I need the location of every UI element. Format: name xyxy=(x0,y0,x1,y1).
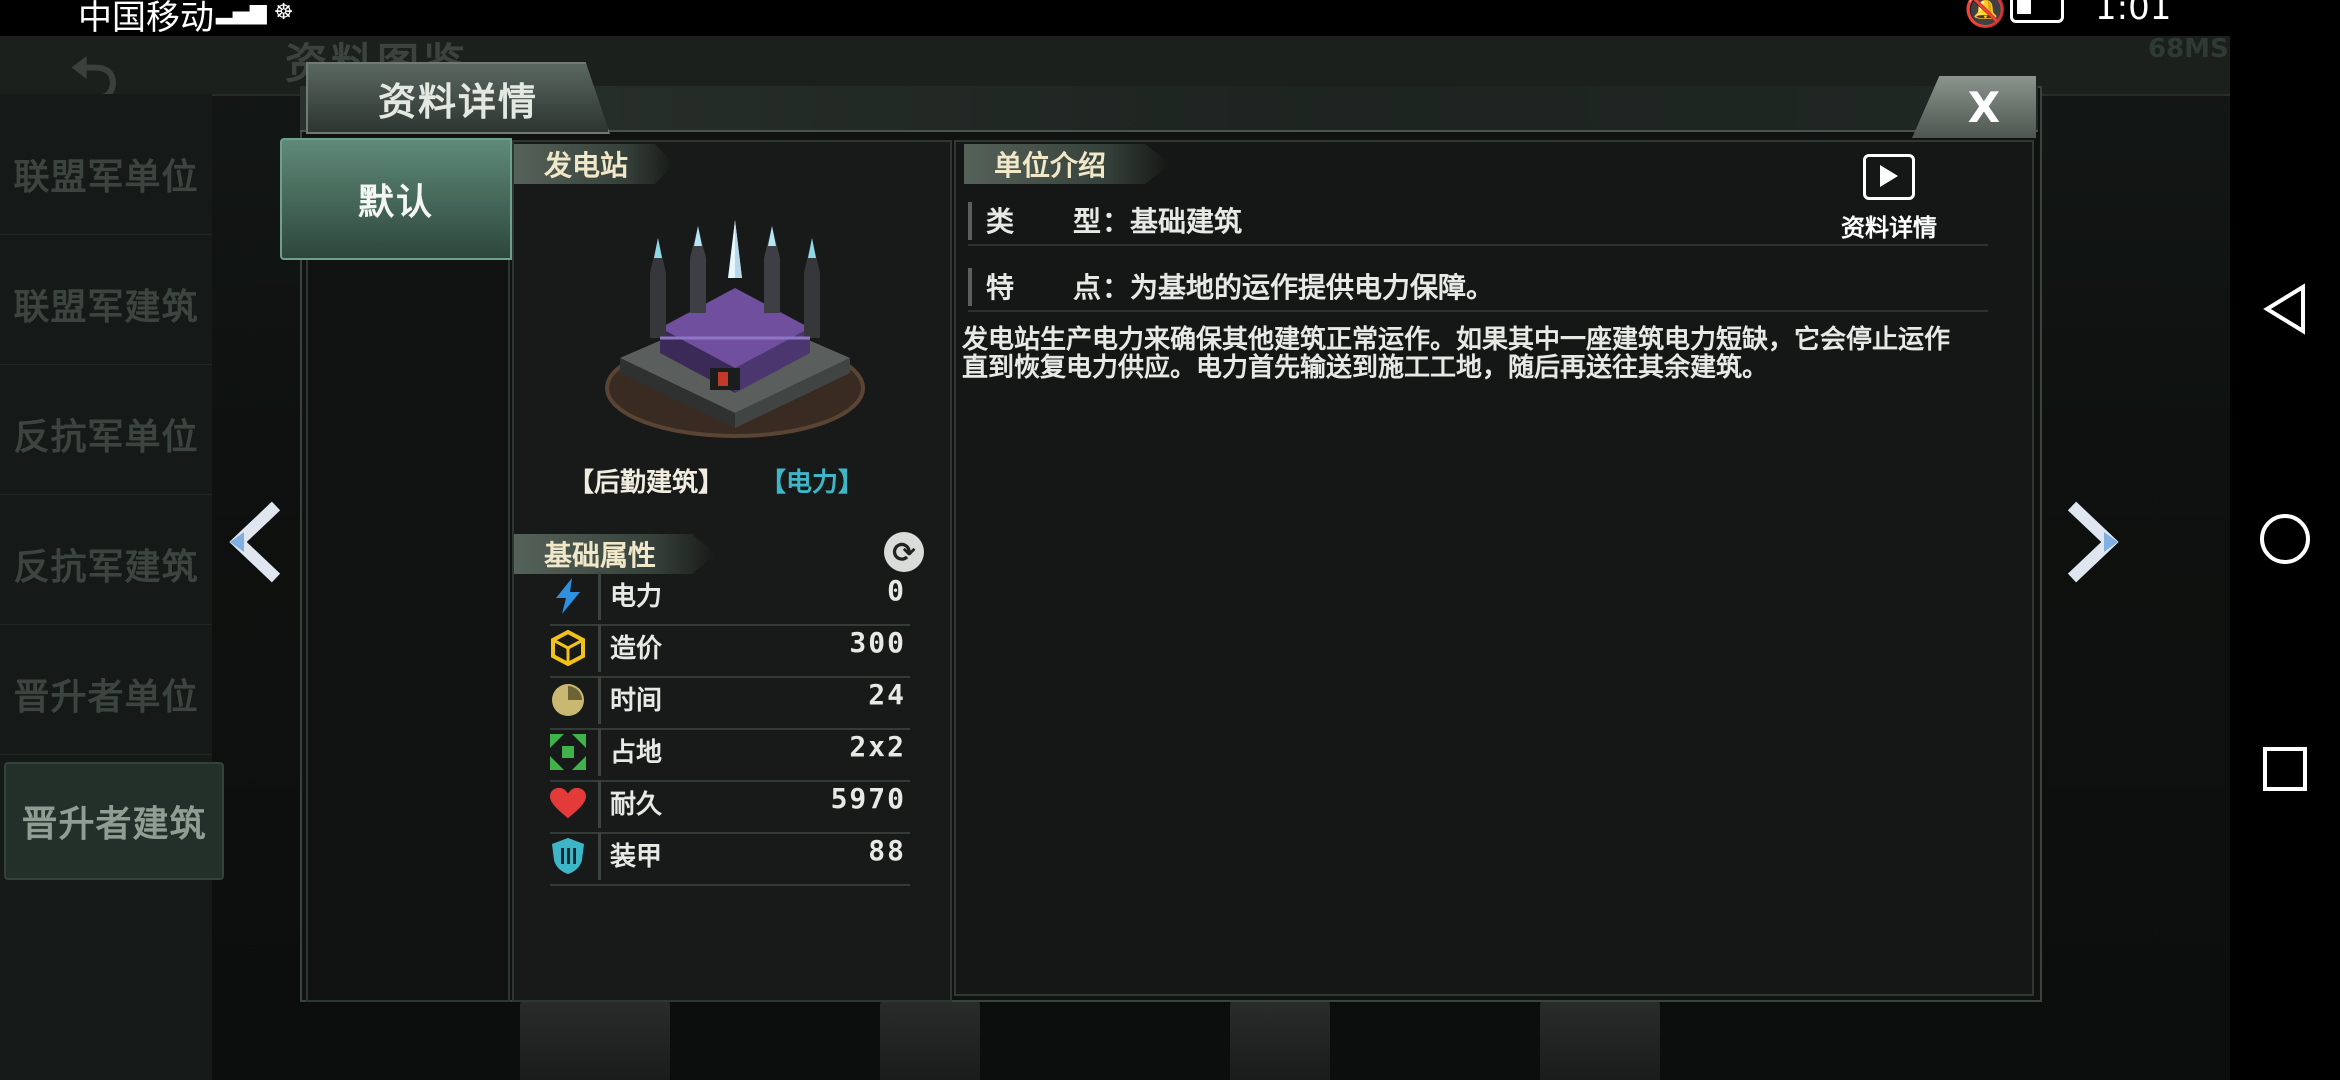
shield-icon xyxy=(550,838,586,874)
stat-value: 0 xyxy=(887,574,906,607)
category-tag: 【后勤建筑】 xyxy=(568,468,725,498)
carrier-label: 中国移动 xyxy=(78,0,214,38)
sidebar-item-ascended-units[interactable]: 晋升者单位 xyxy=(0,634,212,755)
status-bar: 中国移动 ▂▄▆ ☸ 🔕 1:01 xyxy=(0,0,2230,38)
stats-header: 基础属性 xyxy=(514,534,716,574)
sidebar-item-ascended-buildings[interactable]: 晋升者建筑 xyxy=(4,762,224,880)
variant-column xyxy=(306,140,510,1002)
ping-readout: 68MS xyxy=(2148,34,2229,64)
signal-icon: ▂▄▆ ☸ xyxy=(216,0,294,25)
next-arrow-icon[interactable] xyxy=(2058,500,2128,584)
system-nav-bar xyxy=(2230,0,2340,1080)
stat-value: 88 xyxy=(868,834,906,867)
unit-description: 发电站生产电力来确保其他建筑正常运作。如果其中一座建筑电力短缺，它会停止运作直到… xyxy=(962,325,1951,383)
sidebar-item-rebel-buildings[interactable]: 反抗军建筑 xyxy=(0,504,212,625)
stat-value: 24 xyxy=(868,678,906,711)
recents-nav-button[interactable] xyxy=(2252,736,2318,802)
sidebar-item-alliance-buildings[interactable]: 联盟军建筑 xyxy=(0,244,212,365)
info-header: 单位介绍 xyxy=(964,144,1170,184)
divider xyxy=(598,676,601,724)
divider xyxy=(598,780,601,828)
stat-row-cost: 造价 300 xyxy=(550,624,910,678)
divider xyxy=(968,268,972,306)
stat-label: 占地 xyxy=(610,738,663,768)
divider xyxy=(598,832,601,880)
stat-value: 2x2 xyxy=(849,730,906,763)
stat-label: 造价 xyxy=(610,634,663,664)
divider xyxy=(598,728,601,776)
tab-default[interactable]: 默认 xyxy=(280,138,512,260)
info-value: 为基地的运作提供电力保障。 xyxy=(1130,271,1495,304)
power-plant-image xyxy=(605,220,865,438)
stat-row-armor: 装甲 88 xyxy=(550,832,910,886)
lightning-icon xyxy=(550,578,586,614)
clock-icon xyxy=(550,682,586,718)
stat-label: 时间 xyxy=(610,686,663,716)
category-sidebar: 联盟军单位 联盟军建筑 反抗军单位 反抗军建筑 晋升者单位 晋升者建筑 xyxy=(0,94,224,1080)
background-unit-card xyxy=(880,996,980,1080)
info-value: 基础建筑 xyxy=(1130,205,1243,238)
stat-label: 耐久 xyxy=(610,790,663,820)
back-nav-button[interactable] xyxy=(2252,276,2318,342)
cube-icon xyxy=(550,630,586,666)
expand-icon xyxy=(550,734,586,770)
info-row-feature: 特 点： 为基地的运作提供电力保障。 xyxy=(968,264,1988,312)
stat-label: 装甲 xyxy=(610,842,663,872)
stat-value: 5970 xyxy=(830,782,906,815)
stat-row-footprint: 占地 2x2 xyxy=(550,728,910,782)
stat-row-durability: 耐久 5970 xyxy=(550,780,910,834)
unit-name: 发电站 xyxy=(514,144,674,184)
divider xyxy=(968,202,972,240)
info-row-type: 类 型： 基础建筑 xyxy=(968,198,1988,246)
stat-row-power: 电力 0 xyxy=(550,572,910,626)
divider xyxy=(598,624,601,672)
stat-row-time: 时间 24 xyxy=(550,676,910,730)
background-unit-card xyxy=(1540,996,1660,1080)
previous-arrow-icon[interactable] xyxy=(220,500,290,584)
sidebar-item-alliance-units[interactable]: 联盟军单位 xyxy=(0,114,212,235)
home-nav-button[interactable] xyxy=(2252,506,2318,572)
divider xyxy=(598,572,601,620)
clock: 1:01 xyxy=(2095,0,2172,28)
play-icon xyxy=(1863,154,1915,200)
stat-label: 电力 xyxy=(610,582,663,612)
info-key: 类 型： xyxy=(986,205,1132,238)
info-key: 特 点： xyxy=(986,271,1132,304)
background-unit-card xyxy=(520,996,670,1080)
battery-icon xyxy=(2010,0,2064,23)
mute-icon: 🔕 xyxy=(1964,0,2007,30)
dialog-title: 资料详情 xyxy=(306,62,610,134)
type-tag: 【电力】 xyxy=(760,468,865,498)
refresh-icon[interactable]: ⟳ xyxy=(884,532,924,572)
background-unit-card xyxy=(1230,996,1330,1080)
heart-icon xyxy=(550,786,586,822)
stat-value: 300 xyxy=(849,626,906,659)
sidebar-item-rebel-units[interactable]: 反抗军单位 xyxy=(0,374,212,495)
